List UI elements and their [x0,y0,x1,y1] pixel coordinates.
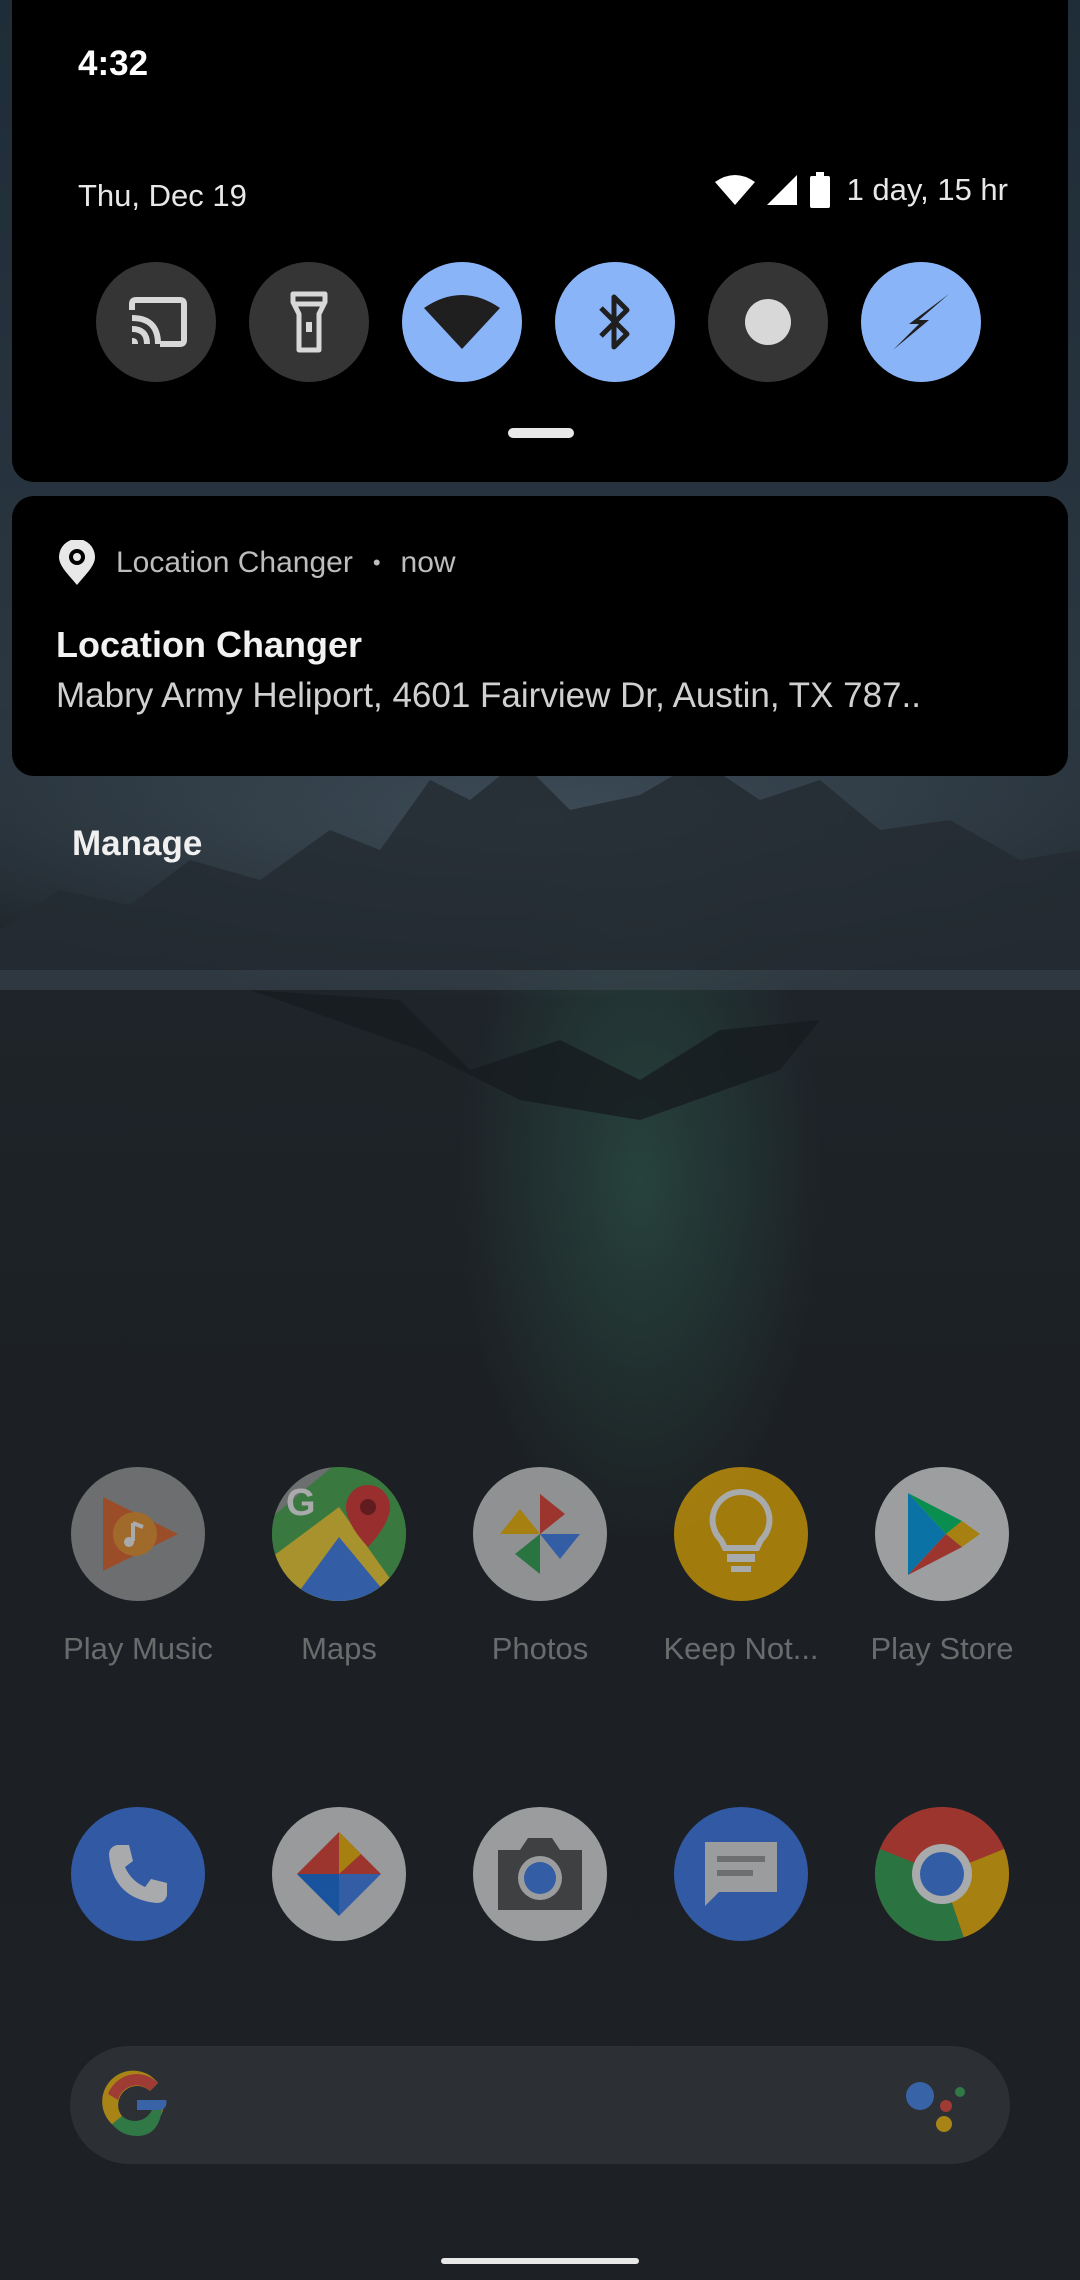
tile-do-not-disturb[interactable] [708,262,828,382]
app-keep-notes[interactable]: Keep Not... [641,1467,841,1667]
gesture-nav-pill[interactable] [441,2258,639,2264]
google-g-icon [102,2070,167,2137]
notification-app-name: Location Changer [116,546,353,579]
status-icons: 1 day, 15 hr [714,172,1008,208]
app-label-maps: Maps [301,1631,377,1666]
phone-icon [71,1807,205,1941]
notification-title: Location Changer [56,624,363,665]
cellular-signal-icon [766,175,797,205]
dock-app-messages[interactable] [641,1807,841,1941]
dock-app-camera[interactable] [440,1807,640,1941]
notification-header: Location Changer • now [58,540,456,586]
app-play-music[interactable]: Play Music [38,1467,238,1667]
tile-bluetooth[interactable] [555,262,675,382]
battery-text: 1 day, 15 hr [846,172,1008,207]
dot-icon [745,299,791,345]
app-label-play-music: Play Music [63,1631,213,1666]
tile-flashlight[interactable] [249,262,369,382]
maps-icon: G [272,1467,406,1601]
tile-battery-saver[interactable] [861,262,981,382]
flashlight-icon [290,291,328,353]
duo-icon [272,1807,406,1941]
status-clock: 4:32 [78,44,149,83]
tile-wifi[interactable] [402,262,522,382]
wallpaper-mountains [0,760,1080,1120]
notification-separator: • [372,550,381,575]
dock-app-phone[interactable] [38,1807,238,1941]
svg-text:G: G [286,1482,316,1524]
wifi-icon [714,175,755,205]
tile-cast[interactable] [96,262,216,382]
date-label[interactable]: Thu, Dec 19 [78,178,247,214]
app-maps[interactable]: G Maps [239,1467,439,1667]
assistant-icon [906,2082,965,2132]
wifi-icon [424,295,500,349]
play-store-icon [875,1467,1009,1601]
dock-app-duo[interactable] [239,1807,439,1941]
photos-icon [473,1467,607,1601]
messages-icon [674,1807,808,1941]
manage-button[interactable]: Manage [72,824,202,864]
app-label-keep-notes: Keep Not... [663,1631,819,1666]
location-gear-icon [59,540,95,585]
notification-card[interactable]: Location Changer • now Location Changer … [12,496,1068,776]
camera-icon [473,1807,607,1941]
bluetooth-icon [599,294,630,350]
panel-drag-handle[interactable] [508,428,574,438]
app-label-play-store: Play Store [870,1631,1014,1666]
battery-icon [809,172,830,208]
app-play-store[interactable]: Play Store [842,1467,1042,1667]
play-music-icon [71,1467,205,1601]
keep-notes-icon [674,1467,808,1601]
chrome-icon [875,1807,1009,1941]
quick-settings-panel: 4:32 Thu, Dec 19 1 day, 15 hr [12,0,1068,482]
notification-text: Mabry Army Heliport, 4601 Fairview Dr, A… [56,676,921,715]
bolt-icon [893,294,949,350]
cast-icon [129,297,187,347]
app-label-photos: Photos [491,1631,589,1666]
app-photos[interactable]: Photos [440,1467,640,1667]
notification-time: now [400,546,456,579]
google-search-bar[interactable] [70,2046,1010,2164]
quick-settings-tiles [96,262,981,382]
dock-app-chrome[interactable] [842,1807,1042,1941]
